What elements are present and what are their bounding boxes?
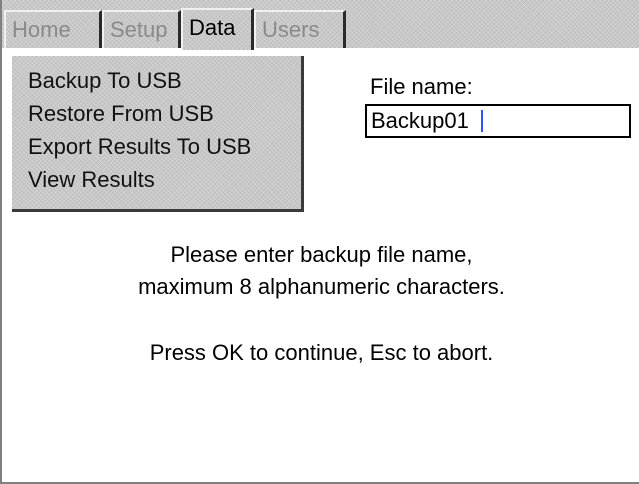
data-screen: Home Setup Data Users Backup To USB Rest…	[0, 0, 639, 484]
menu-item-view-results[interactable]: View Results	[28, 163, 301, 196]
tab-home[interactable]: Home	[4, 10, 102, 48]
tab-bar: Home Setup Data Users	[2, 0, 639, 50]
instruction-line-2: maximum 8 alphanumeric characters.	[138, 274, 505, 299]
file-name-input[interactable]	[365, 104, 631, 138]
tab-setup[interactable]: Setup	[102, 10, 181, 48]
instruction-line-3: Press OK to continue, Esc to abort.	[149, 340, 494, 365]
tab-data[interactable]: Data	[181, 8, 254, 50]
instruction-line-1: Please enter backup file name,	[170, 242, 473, 267]
file-name-label: File name:	[370, 74, 473, 99]
tab-users[interactable]: Users	[254, 10, 346, 48]
data-menu: Backup To USB Restore From USB Export Re…	[12, 56, 304, 212]
menu-item-backup-to-usb[interactable]: Backup To USB	[28, 64, 301, 97]
menu-item-restore-from-usb[interactable]: Restore From USB	[28, 97, 301, 130]
menu-item-export-results-to-usb[interactable]: Export Results To USB	[28, 130, 301, 163]
text-caret	[481, 110, 483, 132]
